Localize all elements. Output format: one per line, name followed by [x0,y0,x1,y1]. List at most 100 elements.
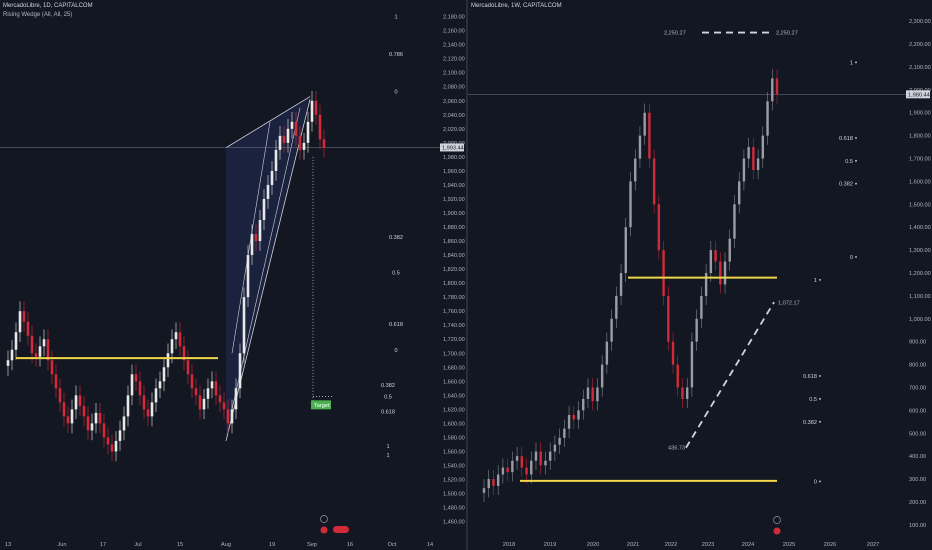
candle-body [278,135,282,150]
left-chart-canvas[interactable]: 2,180.00 2,160.00 2,140.00 2,120.00 2,100.00… [0,0,466,550]
x-tick-label: 2021 [627,542,639,548]
fib-level-label: 0.618 [389,322,403,328]
candle-body [126,395,130,417]
candle-body [222,402,226,410]
candle-body [178,332,182,347]
candle-body [254,234,258,242]
x-tick-label: 2020 [587,542,599,548]
fib-level-marker [855,61,857,64]
y-tick-label: 2,100.00 [909,65,931,71]
y-tick-label: 1,840.00 [443,253,465,259]
y-tick-label: 1,800.00 [909,134,931,140]
projection-label: 1,072.17 [778,300,800,306]
y-tick-label: 1,700.00 [443,351,465,357]
y-tick-label: 1,800.00 [443,281,465,287]
fib-level-label: 0.786 [389,52,403,58]
y-tick-label: 1,900.00 [443,211,465,217]
candle-body [262,198,266,221]
y-tick-label: 500.00 [909,431,926,437]
candle-body [709,250,713,273]
candle-body [506,467,509,473]
candle-body [728,238,731,262]
y-tick-label: 1,940.00 [443,183,465,189]
candle-body [582,398,585,411]
fib-level-label: 0.618 [803,374,817,380]
candle-body [282,135,286,143]
candle-body [138,381,142,396]
candle-body [586,387,590,399]
y-tick-label: 1,680.00 [443,365,465,371]
x-tick-label: 17 [100,542,106,548]
left-chart-pane[interactable]: MercadoLibre, 1D, CAPITALCOM Rising Wedg… [0,0,466,550]
y-tick-label: 400.00 [909,454,926,460]
x-tick-label: 2026 [824,542,836,548]
x-tick-label: Jun [57,542,66,548]
candle-body [704,273,708,296]
candle-body [539,451,542,466]
candle-body [306,121,310,143]
candle-body [771,78,774,102]
candle-body [548,451,552,461]
y-tick-label: 2,020.00 [443,127,465,133]
y-tick-label: 600.00 [909,408,926,414]
fib-level-label: 1 [394,15,397,21]
candle-body [226,409,230,424]
candle-body [314,100,318,115]
candle-body [266,184,270,199]
candle-body [190,374,194,389]
candle-body [681,387,684,399]
y-tick-label: 1,500.00 [443,492,465,498]
y-tick-label: 1,760.00 [443,309,465,315]
candle-body [242,297,246,354]
right-chart-canvas[interactable]: 2,300.002,200.002,100.002,000.001,900.00… [468,0,932,550]
candle-body [775,78,779,95]
projection-line-rising [685,301,775,449]
candle-body [238,353,242,389]
candle-body [98,412,102,424]
fib-level-label: 0.382 [389,235,403,241]
y-tick-label: 1,920.00 [443,197,465,203]
projection-label: 2,250.27 [664,31,686,37]
candle-body [482,488,486,493]
candle-body [591,387,594,402]
x-tick-label: 2024 [742,542,754,548]
candle-body [766,101,769,136]
x-tick-label: 2025 [783,542,795,548]
y-tick-label: 1,600.00 [443,421,465,427]
candle-body [534,451,538,461]
candle-body [686,387,689,399]
candle-body [596,387,599,402]
candle-body [761,135,765,159]
candle-body [563,428,566,438]
y-tick-label: 1,560.00 [443,449,465,455]
fib-level-label: 0.5 [809,397,817,403]
fib-level-marker [855,137,857,139]
x-tick-label: 15 [177,542,183,548]
candle-body [90,423,94,431]
x-tick-label: Sep [307,542,317,548]
candle-body [610,318,613,342]
fib-level-label: 1 [814,278,817,284]
candle-body [106,437,110,445]
candle-body [186,360,190,375]
candle-body [94,412,98,424]
candle-body [158,381,162,389]
fib-level-marker [819,278,821,281]
candle-body [318,114,322,140]
fib-level-marker [855,256,857,258]
candle-body [130,374,134,396]
candle-body [530,460,533,475]
candle-body [146,409,150,417]
candle-body [110,444,114,452]
projection-label: 2,250.27 [776,31,798,37]
candle-body [234,388,238,410]
fib-level-label: 0.382 [839,182,853,188]
candle-body [553,444,557,452]
right-chart-pane[interactable]: MercadoLibre, 1W, CAPITALCOM 2,300.00 2,2… [468,0,932,550]
x-tick-label: 14 [427,542,433,548]
candle-body [78,395,82,406]
candle-body [154,388,158,403]
candle-body [676,364,679,388]
candle-body [605,341,609,365]
candle-body [577,410,580,420]
